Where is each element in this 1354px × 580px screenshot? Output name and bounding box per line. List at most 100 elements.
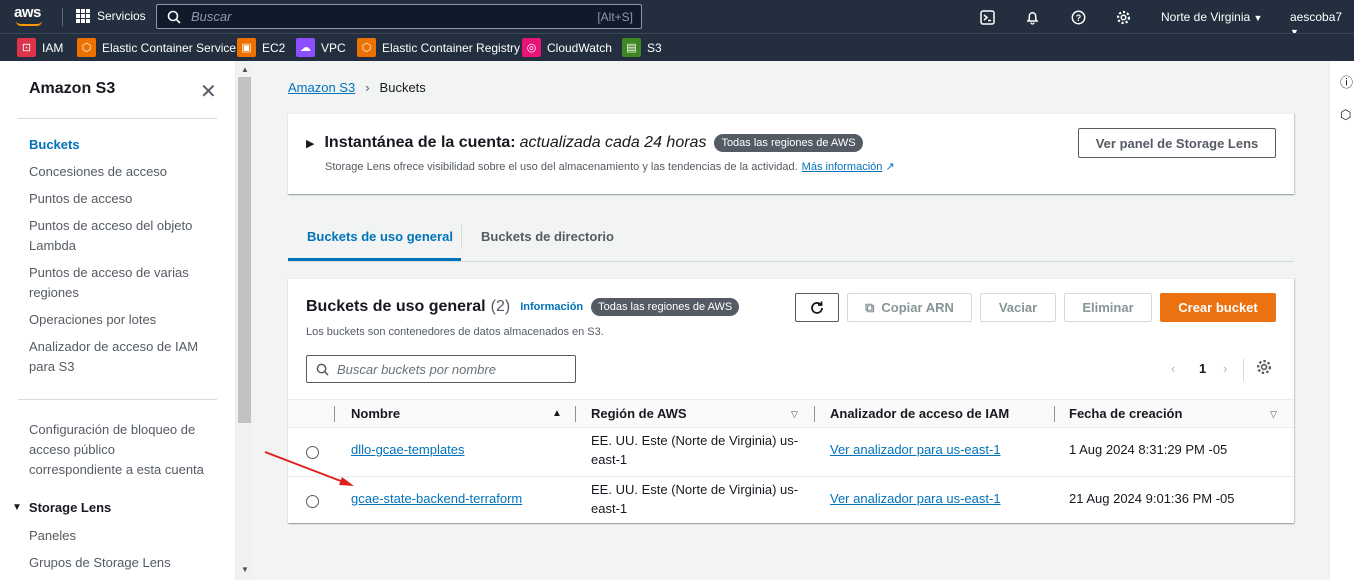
ec2-icon: ▣ (237, 38, 256, 57)
favorite-ecs[interactable]: ⬡ Elastic Container Service (77, 38, 236, 57)
prev-page-icon[interactable]: ‹ (1171, 361, 1175, 376)
bell-icon[interactable] (1024, 9, 1040, 25)
sort-icon[interactable]: ▽ (1270, 409, 1277, 420)
close-icon[interactable]: ✕ (200, 79, 217, 104)
favorite-label: EC2 (262, 40, 286, 55)
sidebar-item-storage-lens-groups[interactable]: Grupos de Storage Lens (29, 553, 219, 573)
delete-button[interactable]: Eliminar (1064, 293, 1152, 322)
column-header-iam-analyzer[interactable]: Analizador de acceso de IAM (830, 406, 1009, 421)
info-link[interactable]: Información (520, 301, 583, 313)
snapshot-desc-text: Storage Lens ofrece visibilidad sobre el… (325, 161, 798, 173)
chevron-right-icon: › (365, 80, 370, 95)
favorite-s3[interactable]: ▤ S3 (622, 38, 662, 57)
empty-button[interactable]: Vaciar (980, 293, 1056, 322)
next-page-icon[interactable]: › (1223, 361, 1227, 376)
ecs-icon: ⬡ (77, 38, 96, 57)
favorite-vpc[interactable]: ☁ VPC (296, 38, 346, 57)
bucket-search-input[interactable]: Buscar buckets por nombre (306, 355, 576, 383)
snapshot-title: Instantánea de la cuenta: (324, 134, 516, 151)
favorite-label: Elastic Container Registry (382, 40, 521, 55)
view-analyzer-link[interactable]: Ver analizador para us-east-1 (830, 491, 1001, 506)
sidebar-item-access-grants[interactable]: Concesiones de acceso (29, 162, 219, 182)
tab-directory-buckets[interactable]: Buckets de directorio (481, 229, 614, 244)
creation-date: 21 Aug 2024 9:01:36 PM -05 (1069, 491, 1235, 506)
snapshot-description: Storage Lens ofrece visibilidad sobre el… (325, 160, 895, 173)
page-number[interactable]: 1 (1199, 361, 1206, 376)
sidenav-title: Amazon S3 (29, 80, 116, 97)
storage-lens-section-toggle[interactable]: ▼ Storage Lens (12, 500, 111, 515)
sidebar-item-block-public-access[interactable]: Configuración de bloqueo de acceso públi… (29, 420, 209, 480)
caret-down-icon: ▼ (1253, 13, 1263, 23)
sidebar-item-dashboards[interactable]: Paneles (29, 526, 219, 546)
create-bucket-button[interactable]: Crear bucket (1160, 293, 1276, 322)
snapshot-subtitle: actualizada cada 24 horas (519, 134, 707, 151)
more-info-link[interactable]: Más información (802, 161, 883, 173)
external-link-icon: ↗ (885, 161, 895, 173)
favorite-ec2[interactable]: ▣ EC2 (237, 38, 285, 57)
row-select-radio[interactable] (306, 495, 319, 508)
bucket-region: EE. UU. Este (Norte de Virginia) us-east… (591, 431, 801, 469)
region-line: east-1 (591, 452, 628, 467)
sidebar-item-buckets[interactable]: Buckets (29, 135, 219, 155)
sidebar-item-lambda-access-points[interactable]: Puntos de acceso del objeto Lambda (29, 216, 204, 256)
favorite-label: Elastic Container Service (102, 40, 237, 55)
search-icon (167, 10, 181, 24)
cloudshell-icon[interactable] (979, 9, 995, 25)
divider (461, 225, 462, 249)
region-selector[interactable]: Norte de Virginia ▼ (1161, 10, 1262, 24)
bucket-name-link[interactable]: dllo-gcae-templates (351, 442, 464, 457)
breadcrumb-amazon-s3[interactable]: Amazon S3 (288, 80, 355, 95)
sort-icon[interactable]: ▽ (791, 409, 798, 420)
info-icon[interactable]: ⓘ (1340, 72, 1353, 91)
sidebar-item-access-points[interactable]: Puntos de acceso (29, 189, 219, 209)
hexagon-icon[interactable]: ⬡ (1340, 107, 1351, 123)
sidebar-item-iam-access-analyzer[interactable]: Analizador de acceso de IAM para S3 (29, 337, 204, 377)
caret-down-icon: ▼ (12, 502, 22, 513)
sort-ascending-icon[interactable]: ▲ (552, 408, 562, 419)
column-divider (575, 406, 576, 422)
column-header-name[interactable]: Nombre (351, 406, 400, 421)
help-icon[interactable]: ? (1070, 9, 1086, 25)
column-header-creation-date[interactable]: Fecha de creación (1069, 406, 1182, 421)
preferences-button[interactable] (1256, 359, 1272, 378)
view-analyzer-link[interactable]: Ver analizador para us-east-1 (830, 442, 1001, 457)
side-navigation: Amazon S3 ✕ Buckets Concesiones de acces… (0, 61, 236, 580)
divider (1243, 359, 1244, 381)
tab-general-purpose[interactable]: Buckets de uso general (307, 229, 453, 244)
table-row[interactable]: dllo-gcae-templates EE. UU. Este (Norte … (288, 428, 1294, 477)
column-divider (334, 406, 335, 422)
regions-badge: Todas las regiones de AWS (591, 298, 740, 316)
favorite-label: VPC (321, 40, 346, 55)
favorite-iam[interactable]: ⊡ IAM (17, 38, 63, 57)
aws-logo[interactable]: aws (14, 5, 46, 28)
view-storage-lens-button[interactable]: Ver panel de Storage Lens (1078, 128, 1276, 158)
vpc-icon: ☁ (296, 38, 315, 57)
breadcrumb: Amazon S3 › Buckets (288, 80, 426, 95)
bucket-name-link[interactable]: gcae-state-backend-terraform (351, 491, 522, 506)
sidenav-scrollbar[interactable]: ▲ ▼ (236, 61, 253, 580)
creation-date: 1 Aug 2024 8:31:29 PM -05 (1069, 442, 1228, 457)
buckets-header: Buckets de uso general (2) Información T… (306, 298, 740, 316)
scrollbar-thumb[interactable] (238, 77, 251, 423)
column-divider (1054, 406, 1055, 422)
region-line: east-1 (591, 501, 628, 516)
caret-right-icon: ▶ (306, 137, 315, 150)
column-header-region[interactable]: Región de AWS (591, 406, 687, 421)
right-tools-rail: ⓘ ⬡ (1329, 61, 1354, 580)
scroll-up-icon[interactable]: ▲ (241, 65, 249, 74)
grid-icon (76, 9, 90, 23)
snapshot-toggle[interactable]: ▶ Instantánea de la cuenta: actualizada … (306, 134, 863, 152)
gear-icon[interactable] (1115, 9, 1131, 25)
favorite-cloudwatch[interactable]: ◎ CloudWatch (522, 38, 612, 57)
refresh-button[interactable] (795, 293, 839, 322)
copy-arn-button[interactable]: ⧉ Copiar ARN (847, 293, 972, 322)
scroll-down-icon[interactable]: ▼ (241, 565, 249, 574)
table-row[interactable]: gcae-state-backend-terraform EE. UU. Est… (288, 477, 1294, 526)
global-search-input[interactable]: Buscar [Alt+S] (156, 4, 642, 29)
favorite-label: S3 (647, 40, 662, 55)
sidebar-item-batch-operations[interactable]: Operaciones por lotes (29, 310, 219, 330)
sidebar-item-multi-region-access-points[interactable]: Puntos de acceso de varias regiones (29, 263, 199, 303)
services-menu-button[interactable]: Servicios (76, 9, 146, 23)
favorite-ecr[interactable]: ⬡ Elastic Container Registry (357, 38, 520, 57)
regions-badge: Todas las regiones de AWS (714, 134, 863, 152)
